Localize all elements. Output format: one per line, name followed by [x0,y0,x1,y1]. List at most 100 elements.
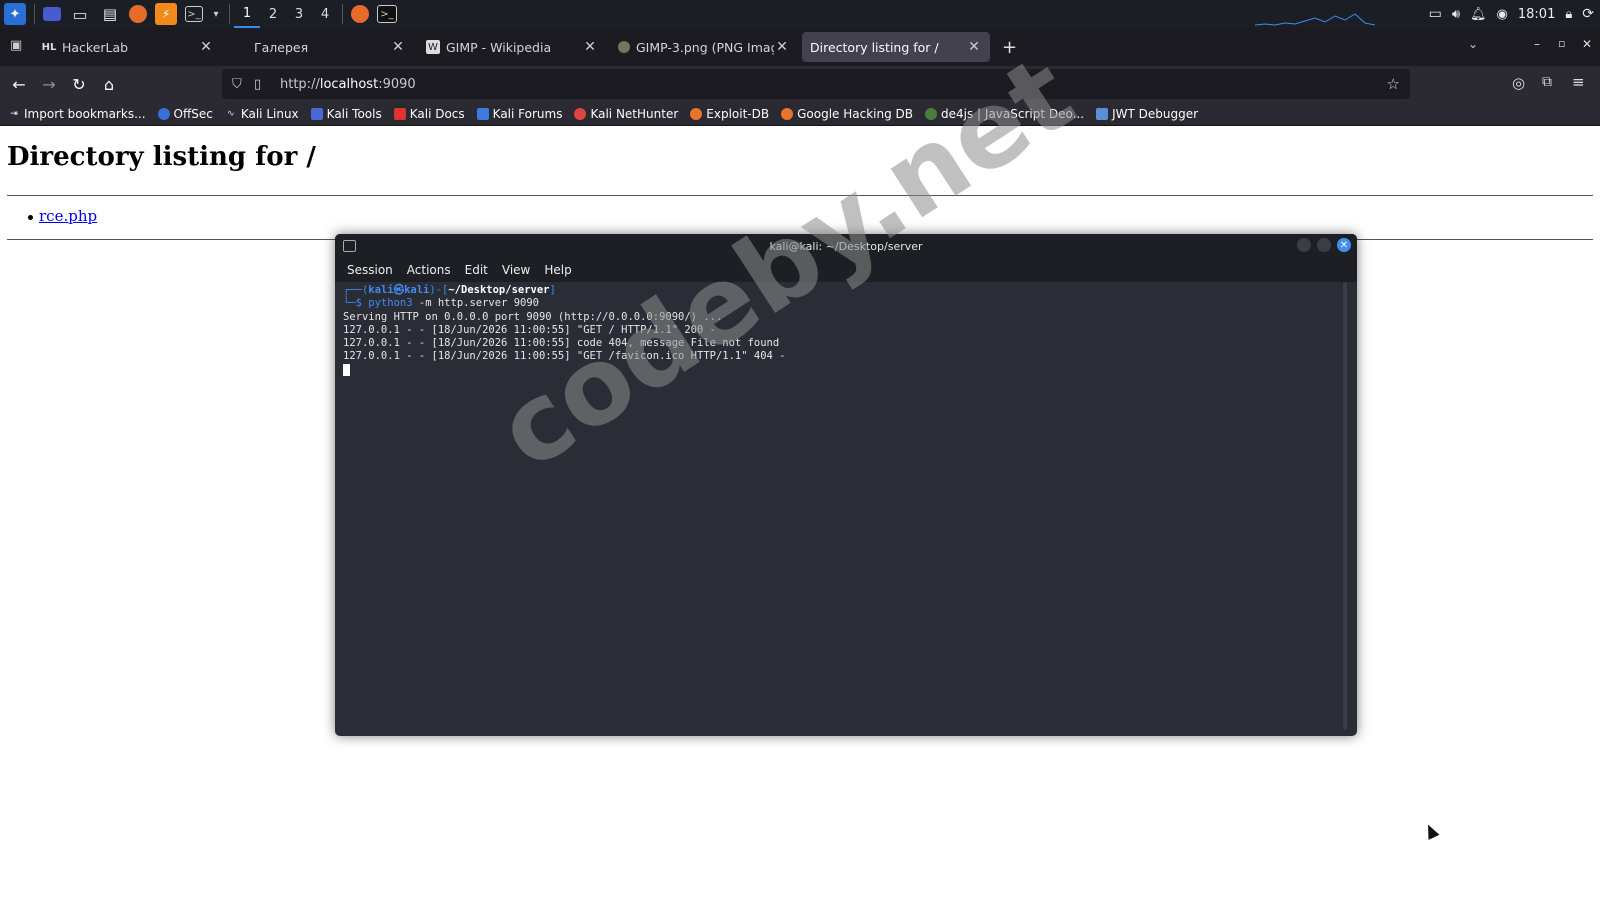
url-prefix: http:// [280,76,320,92]
bookmark-jwt-debugger[interactable]: JWT Debugger [1096,107,1198,121]
logout-icon[interactable]: ⟳ [1582,6,1594,22]
terminal-scrollbar[interactable] [1343,282,1347,730]
terminal-window-icon[interactable]: >_ [377,5,397,23]
taskbar-separator [229,4,230,24]
tab-gimp-wikipedia[interactable]: W GIMP - Wikipedia ✕ [418,32,606,62]
bookmark-kali-nethunter[interactable]: Kali NetHunter [574,107,678,121]
volume-icon[interactable]: 🔊︎ [1452,7,1460,22]
notification-bell-icon[interactable]: 🔔︎ [1470,7,1487,22]
bookmark-kali-tools[interactable]: Kali Tools [310,106,382,121]
close-icon[interactable]: ✕ [774,39,790,55]
bookmark-label: Kali Tools [326,106,382,121]
workspace-3[interactable]: 3 [286,0,312,28]
menu-hamburger-icon[interactable]: ≡ [1572,73,1585,91]
url-text[interactable]: http://localhost:9090 [280,77,416,92]
bookmark-label: Kali NetHunter [590,106,679,121]
close-icon[interactable]: ✕ [966,39,982,55]
bookmark-kali-linux[interactable]: ∿ Kali Linux [225,107,299,121]
close-icon[interactable]: ✕ [582,39,598,55]
tab-gallery[interactable]: Галерея ✕ [226,32,414,62]
shield-icon[interactable]: ⛉ [232,77,254,92]
extensions-icon[interactable]: ⧉ [1542,74,1552,90]
firefox-icon[interactable] [129,5,147,23]
close-button[interactable]: ✕ [1337,238,1351,252]
url-bar[interactable]: ⛉ ▯ http://localhost:9090 ☆ [222,69,1410,99]
kali-dragon-icon: ∿ [227,108,235,119]
hackerlab-favicon-icon: HL [41,41,57,53]
bookmark-google-hacking-db[interactable]: Google Hacking DB [781,107,913,121]
ghdb-icon [781,107,794,120]
gimp-favicon-icon [618,41,630,53]
close-icon[interactable]: ✕ [390,39,406,55]
terminal-window[interactable]: kali@kali: ~/Desktop/server ✕ Session Ac… [335,234,1357,736]
workspace-2[interactable]: 2 [260,0,286,28]
menu-session[interactable]: Session [347,263,393,277]
workspace-1[interactable]: 1 [234,0,260,28]
output-line: 127.0.0.1 - - [18/Jun/2026 11:00:55] "GE… [343,323,716,336]
browser-tab-bar: ▣ HL HackerLab ✕ Галерея ✕ W GIMP - Wiki… [0,28,1600,66]
text-editor-icon[interactable]: ▤ [99,3,121,25]
home-icon[interactable]: ⌂ [94,69,124,99]
file-manager-icon[interactable]: ▭ [69,3,91,25]
tab-title: GIMP-3.png (PNG Image, [636,39,774,55]
terminal-icon[interactable]: >_ [185,6,203,22]
workspace-4[interactable]: 4 [312,0,338,28]
terminal-title-bar[interactable]: kali@kali: ~/Desktop/server ✕ [335,234,1357,258]
bookmark-import[interactable]: ⇥ Import bookmarks... [8,107,145,121]
offsec-icon [157,107,170,120]
terminal-menu-bar: Session Actions Edit View Help [335,258,1357,282]
tab-gimp-png[interactable]: GIMP-3.png (PNG Image, ✕ [610,32,798,62]
url-host: localhost [319,76,379,92]
close-icon[interactable]: ✕ [198,39,214,55]
reload-icon[interactable]: ↻ [64,69,94,99]
bookmark-kali-forums[interactable]: Kali Forums [476,106,563,121]
burp-icon[interactable]: ⚡ [155,3,177,25]
tab-overview-icon[interactable]: ▣ [10,38,24,53]
bookmark-star-icon[interactable]: ☆ [1387,75,1400,93]
account-icon[interactable]: ◎ [1512,74,1525,92]
terminal-output[interactable]: ┌──(kali㉿kali)-[~/Desktop/server] └─$ py… [335,282,1343,736]
menu-help[interactable]: Help [544,263,571,277]
maximize-icon[interactable]: ▫ [1558,37,1565,50]
minimize-icon[interactable]: – [1534,37,1540,51]
taskbar-separator [34,4,35,24]
power-status-icon[interactable]: ◉ [1497,7,1508,22]
terminal-window-icon [343,240,356,252]
lock-icon[interactable]: 🔒︎ [1565,7,1572,22]
minimize-button[interactable] [1297,238,1311,252]
command-name: python3 [368,297,413,310]
prompt-path: ~/Desktop/server [448,284,550,296]
desktop-icon[interactable] [43,7,61,21]
firefox-window-icon[interactable] [351,5,369,23]
page-icon: ▯ [254,76,262,92]
kali-menu-icon[interactable]: ✦ [4,3,26,25]
clock[interactable]: 18:01 [1518,7,1555,22]
divider [7,195,1593,196]
back-arrow-icon[interactable]: ← [4,69,34,99]
tab-title: Directory listing for / [810,39,939,55]
menu-edit[interactable]: Edit [465,263,488,277]
menu-view[interactable]: View [502,263,530,277]
tab-directory-listing[interactable]: Directory listing for / ✕ [802,32,990,62]
menu-actions[interactable]: Actions [407,263,451,277]
browser-nav-bar: ← → ↻ ⌂ ⛉ ▯ http://localhost:9090 ☆ ◎ ⧉ … [0,66,1600,102]
display-icon[interactable]: ▭ [1429,6,1442,22]
command-args: -m http.server 9090 [418,297,539,310]
file-link-rce-php[interactable]: rce.php [39,207,97,225]
tab-hackerlab[interactable]: HL HackerLab ✕ [34,32,222,62]
bookmark-label: JWT Debugger [1112,106,1199,121]
list-item: rce.php [28,207,97,225]
kali-docs-icon [393,107,406,120]
bookmark-kali-docs[interactable]: Kali Docs [393,107,465,121]
bookmark-label: Kali Forums [492,106,563,121]
bookmark-de4js[interactable]: de4js | JavaScript Deo... [925,107,1084,121]
exploit-db-icon [690,107,703,120]
bookmark-exploit-db[interactable]: Exploit-DB [690,107,769,121]
bookmark-offsec[interactable]: OffSec [157,107,213,121]
forward-arrow-icon[interactable]: → [34,69,64,99]
close-window-icon[interactable]: ✕ [1582,37,1592,51]
maximize-button[interactable] [1317,238,1331,252]
new-tab-icon[interactable]: + [1002,37,1017,58]
list-tabs-chevron-icon[interactable]: ⌄ [1468,37,1478,51]
chevron-down-icon[interactable]: ▾ [211,3,221,25]
